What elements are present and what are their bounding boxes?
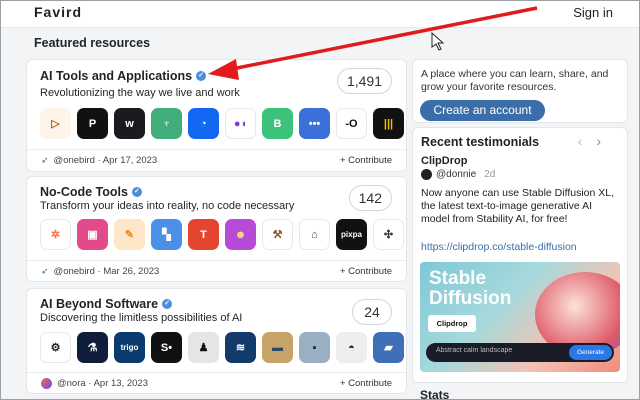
promo-title-line2: Diffusion xyxy=(429,288,512,309)
author-info[interactable]: @nora · Apr 13, 2023 xyxy=(41,378,148,389)
user-avatar xyxy=(41,378,52,389)
pencil-icon[interactable]: ✎ xyxy=(114,219,145,250)
resource-count-badge: 1,491 xyxy=(336,68,392,94)
site-logo[interactable]: Favird xyxy=(34,4,82,20)
card-subtitle: Transform your ideas into reality, no co… xyxy=(40,200,295,212)
intro-text: A place where you can learn, share, and … xyxy=(421,68,609,93)
sign-in-link[interactable]: Sign in xyxy=(573,5,613,20)
timer-icon[interactable]: ◔ xyxy=(188,108,219,139)
leaf-icon[interactable]: ♆ xyxy=(151,108,182,139)
testimonial-preview-image[interactable]: Stable Diffusion Clipdrop Abstract calm … xyxy=(420,262,620,372)
play-outline-icon[interactable]: ▷ xyxy=(40,108,71,139)
robot-arm-icon[interactable]: ⚙ xyxy=(40,332,71,363)
resource-card-no-code[interactable]: No-Code Tools ✓ Transform your ideas int… xyxy=(26,176,407,282)
promo-prompt-bar: Abstract calm landscape Generate xyxy=(426,343,614,362)
pika-p-icon[interactable]: P xyxy=(77,108,108,139)
card-subtitle: Revolutionizing the way we live and work xyxy=(40,87,240,99)
truck-field-icon[interactable]: ▬ xyxy=(262,332,293,363)
contribute-button[interactable]: + Contribute xyxy=(340,378,392,389)
author-date: @nora · Apr 13, 2023 xyxy=(57,378,148,389)
promo-generate-button: Generate xyxy=(569,345,612,360)
card-footer: ➶ @onebird · Mar 26, 2023 + Contribute xyxy=(27,260,406,282)
card-title[interactable]: AI Beyond Software ✓ xyxy=(40,297,173,311)
author-date: @onebird · Mar 26, 2023 xyxy=(53,266,160,277)
purple-bubbles-icon[interactable]: ●◖ xyxy=(225,108,256,139)
verified-icon: ✓ xyxy=(162,299,173,309)
dome-camera-icon[interactable]: ◓ xyxy=(336,332,367,363)
card-title-text: AI Tools and Applications xyxy=(40,69,193,83)
resource-card-ai-beyond-software[interactable]: AI Beyond Software ✓ Discovering the lim… xyxy=(26,288,407,394)
promo-prompt-text: Abstract calm landscape xyxy=(436,347,513,354)
resource-icon-row: ✲ ▣ ✎ ▚ T ☻ ⚒ ⌂ pixpa ✣ xyxy=(40,219,404,250)
stats-heading: Stats xyxy=(420,388,450,400)
user-avatar xyxy=(421,169,432,180)
lab-flask-icon[interactable]: ⚗ xyxy=(77,332,108,363)
letter-b-icon[interactable]: B xyxy=(262,108,293,139)
letter-t-icon[interactable]: T xyxy=(188,219,219,250)
testimonial-author[interactable]: @donnie 2d xyxy=(421,169,495,180)
author-date: @onebird · Apr 17, 2023 xyxy=(53,155,158,166)
ring-line-icon[interactable]: -O xyxy=(336,108,367,139)
barcode-icon[interactable]: ||| xyxy=(373,108,404,139)
intro-panel: A place where you can learn, share, and … xyxy=(412,59,628,123)
square-frame-icon[interactable]: ▣ xyxy=(77,219,108,250)
author-info[interactable]: ➶ @onebird · Mar 26, 2023 xyxy=(41,266,159,277)
carousel-controls: ‹› xyxy=(578,133,615,149)
chevron-left-icon[interactable]: ‹ xyxy=(578,133,597,149)
trigo-icon[interactable]: trigo xyxy=(114,332,145,363)
chevron-right-icon[interactable]: › xyxy=(596,133,615,149)
card-title[interactable]: AI Tools and Applications ✓ xyxy=(40,69,207,83)
verified-icon: ✓ xyxy=(131,187,142,197)
clipdrop-logo: Clipdrop xyxy=(428,315,476,332)
penguin-robot-icon[interactable]: ♟ xyxy=(188,332,219,363)
resource-card-ai-tools[interactable]: AI Tools and Applications ✓ Revolutioniz… xyxy=(26,59,407,172)
tag-icon[interactable]: ⌂ xyxy=(299,219,330,250)
card-subtitle: Discovering the limitless possibilities … xyxy=(40,312,243,324)
testimonials-panel: Recent testimonials ‹› ClipDrop @donnie … xyxy=(412,127,628,383)
testimonial-link[interactable]: https://clipdrop.co/stable-diffusion xyxy=(421,241,577,253)
card-title-text: No-Code Tools xyxy=(40,185,128,199)
mouse-cursor-icon xyxy=(431,31,445,51)
featured-resources-heading: Featured resources xyxy=(34,36,151,50)
verified-icon: ✓ xyxy=(196,71,207,81)
testimonial-time: 2d xyxy=(484,169,496,180)
truck-icon[interactable]: ▰ xyxy=(373,332,404,363)
card-footer: ➶ @onebird · Apr 17, 2023 + Contribute xyxy=(27,149,406,171)
card-title-text: AI Beyond Software xyxy=(40,297,159,311)
dots-icon[interactable]: ••• xyxy=(299,108,330,139)
serve-icon[interactable]: S• xyxy=(151,332,182,363)
ocean-wave-icon[interactable]: ≋ xyxy=(225,332,256,363)
bird-avatar-icon: ➶ xyxy=(41,266,49,276)
card-title[interactable]: No-Code Tools ✓ xyxy=(40,185,142,199)
resource-count-badge: 24 xyxy=(352,299,392,325)
pixpa-icon[interactable]: pixpa xyxy=(336,219,367,250)
contribute-button[interactable]: + Contribute xyxy=(340,266,392,277)
resource-icon-row: ⚙ ⚗ trigo S• ♟ ≋ ▬ ▪ ◓ ▰ xyxy=(40,332,404,363)
resource-count-badge: 142 xyxy=(348,185,392,211)
mascot-icon[interactable]: ☻ xyxy=(225,219,256,250)
knot-icon[interactable]: ✣ xyxy=(373,219,404,250)
hubspot-icon[interactable]: ✲ xyxy=(40,219,71,250)
contribute-button[interactable]: + Contribute xyxy=(340,155,392,166)
top-bar: Favird Sign in xyxy=(0,0,640,28)
resource-icon-row: ▷ Pw ♆ ◔ ●◖ B ••• -O ||| xyxy=(40,108,404,139)
promo-title-line1: Stable xyxy=(429,268,487,289)
bird-avatar-icon: ➶ xyxy=(41,155,49,165)
author-info[interactable]: ➶ @onebird · Apr 17, 2023 xyxy=(41,155,157,166)
create-account-button[interactable]: Create an account xyxy=(420,100,545,121)
hammer-icon[interactable]: ⚒ xyxy=(262,219,293,250)
color-blocks-icon[interactable]: ▚ xyxy=(151,219,182,250)
card-footer: @nora · Apr 13, 2023 + Contribute xyxy=(27,372,406,394)
wave-icon[interactable]: w xyxy=(114,108,145,139)
testimonial-resource-name[interactable]: ClipDrop xyxy=(421,155,467,167)
testimonial-username: @donnie xyxy=(436,169,477,180)
camera-robot-icon[interactable]: ▪ xyxy=(299,332,330,363)
testimonials-heading: Recent testimonials xyxy=(421,135,540,149)
testimonial-quote: Now anyone can use Stable Diffusion XL, … xyxy=(421,187,615,225)
